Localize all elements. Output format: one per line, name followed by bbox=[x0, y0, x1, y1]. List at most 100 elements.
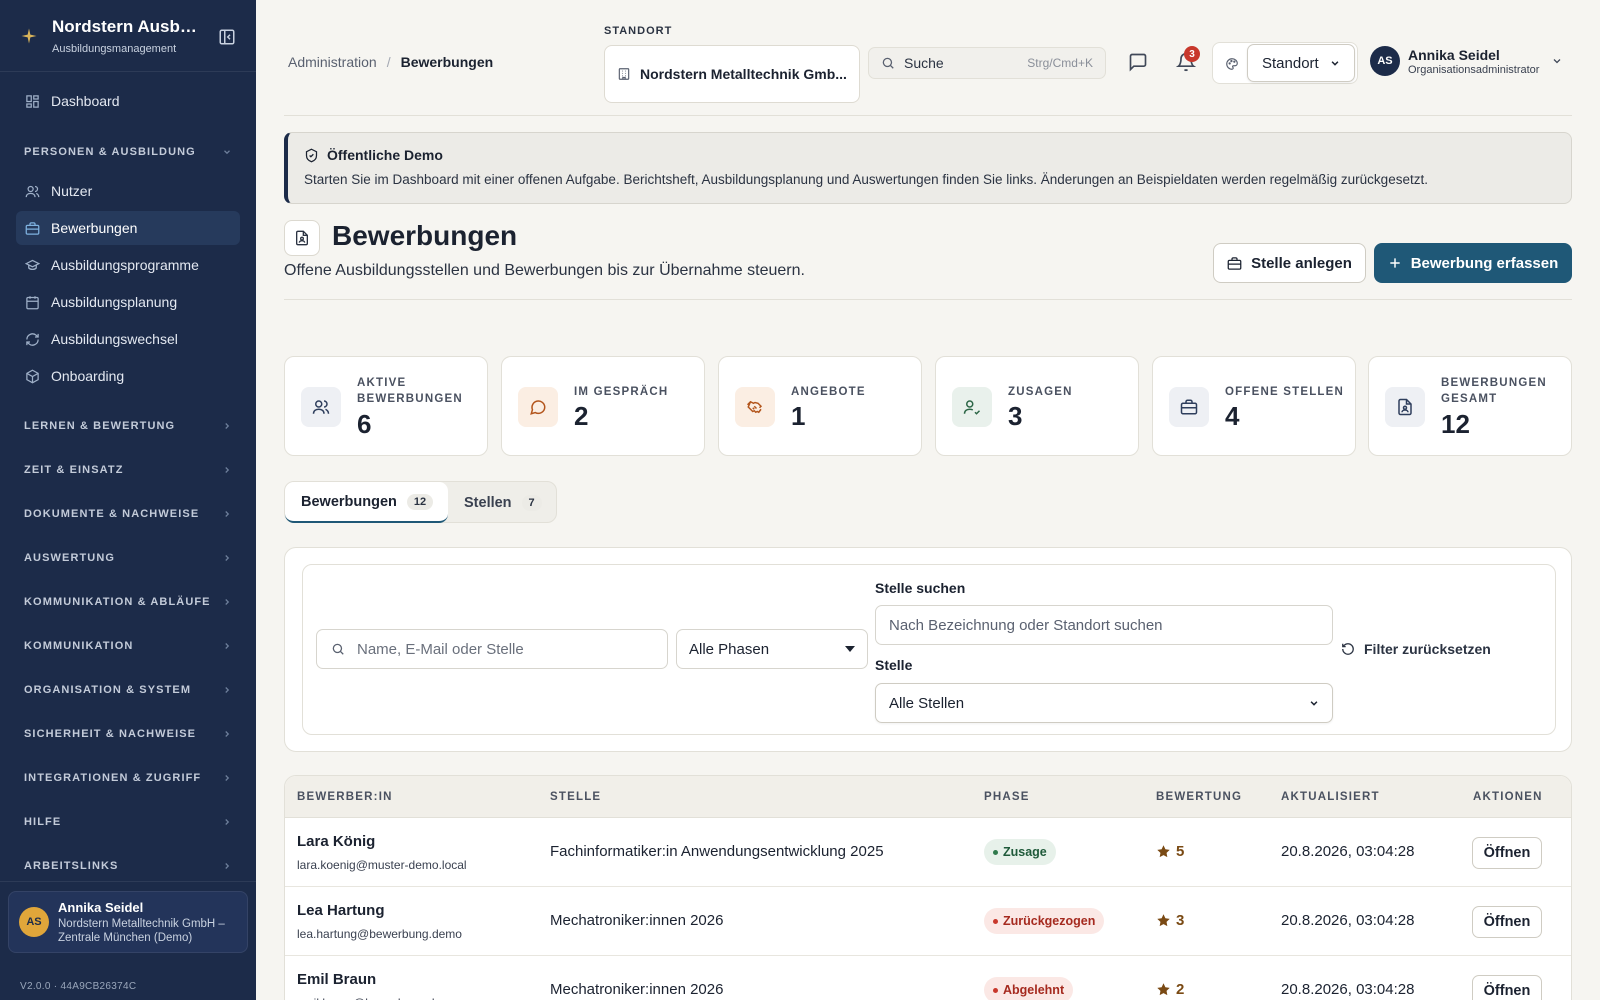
breadcrumb-item-administration[interactable]: Administration bbox=[288, 54, 377, 70]
applicant-name[interactable]: Lea Hartung bbox=[297, 902, 385, 919]
sidebar-item-dashboard[interactable]: Dashboard bbox=[16, 84, 240, 118]
open-button[interactable]: Öffnen bbox=[1472, 975, 1542, 1000]
sidebar-group[interactable]: ZEIT & EINSATZ bbox=[16, 448, 240, 492]
user-role: Organisationsadministrator bbox=[1408, 63, 1540, 76]
sidebar-group-label: SICHERHEIT & NACHWEISE bbox=[24, 728, 197, 740]
theme-select[interactable]: Standort bbox=[1247, 44, 1355, 82]
column-header-stelle[interactable]: STELLE bbox=[550, 791, 601, 803]
page-title: Bewerbungen bbox=[332, 220, 518, 251]
sidebar-user-name: Annika Seidel bbox=[58, 899, 144, 915]
sidebar-group[interactable]: SICHERHEIT & NACHWEISE bbox=[16, 712, 240, 756]
sidebar-user-org-line2: Zentrale München (Demo) bbox=[58, 931, 193, 944]
plus-icon bbox=[1388, 256, 1402, 270]
stelle-anlegen-button[interactable]: Stelle anlegen bbox=[1213, 243, 1366, 283]
sidebar-item-bewerbungen[interactable]: Bewerbungen bbox=[16, 211, 240, 245]
status-dot bbox=[993, 849, 998, 855]
dashboard-icon bbox=[25, 94, 40, 109]
chevron-right-icon bbox=[222, 641, 232, 651]
sidebar-group[interactable]: DOKUMENTE & NACHWEISE bbox=[16, 492, 240, 536]
standort-selector[interactable]: Nordstern Metalltechnik Gmb... bbox=[604, 45, 860, 103]
filter-reset-button[interactable]: Filter zurücksetzen bbox=[1341, 641, 1491, 657]
tab-bewerbungen[interactable]: Bewerbungen 12 bbox=[285, 482, 448, 523]
user-menu[interactable]: AS Annika Seidel Organisationsadministra… bbox=[1370, 46, 1563, 76]
sidebar-item-label: Ausbildungswechsel bbox=[51, 331, 178, 347]
stat-label: IM GESPRÄCH bbox=[574, 386, 669, 398]
stelle-search-placeholder: Nach Bezeichnung oder Standort suchen bbox=[889, 616, 1163, 634]
table-row[interactable]: Lea Hartung lea.hartung@bewerbung.demo Mec… bbox=[285, 887, 1571, 956]
page-icon bbox=[284, 220, 320, 256]
sidebar-item-ausbildungsplanung[interactable]: Ausbildungsplanung bbox=[16, 285, 240, 319]
sidebar-group[interactable]: LERNEN & BEWERTUNG bbox=[16, 404, 240, 448]
stat-label: OFFENE STELLEN bbox=[1225, 386, 1345, 398]
briefcase-icon bbox=[1227, 256, 1242, 271]
demo-notice: Öffentliche Demo Starten Sie im Dashboar… bbox=[284, 132, 1572, 204]
sidebar-group[interactable]: INTEGRATIONEN & ZUGRIFF bbox=[16, 756, 240, 800]
message-square-icon[interactable] bbox=[1128, 52, 1148, 72]
theme-select-value: Standort bbox=[1262, 54, 1319, 72]
stelle-select-value: Alle Stellen bbox=[889, 694, 965, 712]
phase-badge: Zurückgezogen bbox=[984, 908, 1105, 934]
sidebar-group-label: ORGANISATION & SYSTEM bbox=[24, 684, 192, 696]
file-user-icon bbox=[296, 230, 308, 246]
stelle-suchen-label: Stelle suchen bbox=[875, 580, 966, 596]
sidebar-group-label: PERSONEN & AUSBILDUNG bbox=[24, 146, 196, 158]
open-button[interactable]: Öffnen bbox=[1472, 906, 1542, 938]
sidebar-group[interactable]: KOMMUNIKATION bbox=[16, 624, 240, 668]
column-header-aktualisiert[interactable]: AKTUALISIERT bbox=[1281, 791, 1380, 803]
breadcrumb-separator: / bbox=[386, 54, 391, 70]
sidebar-group-label: HILFE bbox=[24, 816, 62, 828]
tab-stellen[interactable]: Stellen 7 bbox=[464, 482, 558, 523]
stelle-select[interactable]: Alle Stellen bbox=[875, 683, 1333, 723]
sidebar-item-onboarding[interactable]: Onboarding bbox=[16, 359, 240, 393]
standort-value: Nordstern Metalltechnik Gmb... bbox=[640, 66, 847, 82]
bewerber-search-input[interactable]: Name, E-Mail oder Stelle bbox=[316, 629, 668, 669]
notice-text: Starten Sie im Dashboard mit einer offen… bbox=[304, 172, 1428, 187]
user-name: Annika Seidel bbox=[1408, 46, 1500, 63]
briefcase-icon bbox=[25, 221, 40, 236]
sidebar-group-label: ARBEITSLINKS bbox=[24, 860, 119, 872]
table-row[interactable]: Lara König lara.koenig@muster-demo.local F… bbox=[285, 818, 1571, 887]
phase-select[interactable]: Alle Phasen bbox=[676, 629, 868, 669]
column-header-bewertung[interactable]: BEWERTUNG bbox=[1156, 791, 1242, 803]
sidebar-item-nutzer[interactable]: Nutzer bbox=[16, 174, 240, 208]
handshake-icon bbox=[735, 387, 775, 427]
sidebar-group[interactable]: AUSWERTUNG bbox=[16, 536, 240, 580]
sidebar-collapse-icon[interactable] bbox=[218, 28, 236, 46]
sidebar-group[interactable]: KOMMUNIKATION & ABLÄUFE bbox=[16, 580, 240, 624]
search-icon bbox=[331, 642, 345, 656]
notification-badge: 3 bbox=[1184, 46, 1200, 62]
applicant-email: lara.koenig@muster-demo.local bbox=[297, 858, 467, 872]
sidebar-item-label: Bewerbungen bbox=[51, 220, 138, 236]
chevron-right-icon bbox=[222, 729, 232, 739]
rotate-ccw-icon bbox=[1341, 642, 1355, 656]
table-row[interactable]: Emil Braun emil.braun@bewerbung.demo Mecha… bbox=[285, 956, 1571, 1000]
applicant-name[interactable]: Lara König bbox=[297, 833, 375, 850]
sidebar-group[interactable]: ORGANISATION & SYSTEM bbox=[16, 668, 240, 712]
sidebar: Nordstern Ausbil... Ausbildungsmanagemen… bbox=[0, 0, 256, 1000]
stat-card: IM GESPRÄCH 2 bbox=[501, 356, 705, 456]
search-icon bbox=[881, 56, 895, 70]
palette-icon bbox=[1225, 57, 1239, 71]
stelle-search-input[interactable]: Nach Bezeichnung oder Standort suchen bbox=[875, 605, 1333, 645]
sidebar-item-ausbildungswechsel[interactable]: Ausbildungswechsel bbox=[16, 322, 240, 356]
sidebar-user-card[interactable]: AS Annika Seidel Nordstern Metalltechnik… bbox=[8, 891, 248, 953]
sidebar-group-personen[interactable]: PERSONEN & AUSBILDUNG bbox=[16, 130, 240, 174]
brand-title: Nordstern Ausbil... bbox=[52, 16, 197, 36]
chevron-down-icon bbox=[222, 147, 232, 157]
chevron-down-icon bbox=[1330, 58, 1340, 68]
global-search-input[interactable]: Suche Strg/Cmd+K bbox=[868, 47, 1106, 79]
applicant-name[interactable]: Emil Braun bbox=[297, 971, 376, 988]
standort-label: STANDORT bbox=[604, 25, 673, 37]
column-header-phase[interactable]: PHASE bbox=[984, 791, 1030, 803]
stelle-cell: Mechatroniker:innen 2026 bbox=[550, 912, 724, 929]
column-header-bewerber[interactable]: BEWERBER:IN bbox=[297, 791, 393, 803]
bewerbung-erfassen-button[interactable]: Bewerbung erfassen bbox=[1374, 243, 1572, 283]
sidebar-brand[interactable]: Nordstern Ausbil... Ausbildungsmanagemen… bbox=[0, 0, 256, 72]
sidebar-group[interactable]: HILFE bbox=[16, 800, 240, 844]
sidebar-group-label: KOMMUNIKATION bbox=[24, 640, 134, 652]
sidebar-group-label: ZEIT & EINSATZ bbox=[24, 464, 124, 476]
open-button[interactable]: Öffnen bbox=[1472, 837, 1542, 869]
sidebar-item-ausbildungsprogramme[interactable]: Ausbildungsprogramme bbox=[16, 248, 240, 282]
tab-count: 12 bbox=[406, 493, 434, 510]
sidebar-group-label: INTEGRATIONEN & ZUGRIFF bbox=[24, 772, 202, 784]
